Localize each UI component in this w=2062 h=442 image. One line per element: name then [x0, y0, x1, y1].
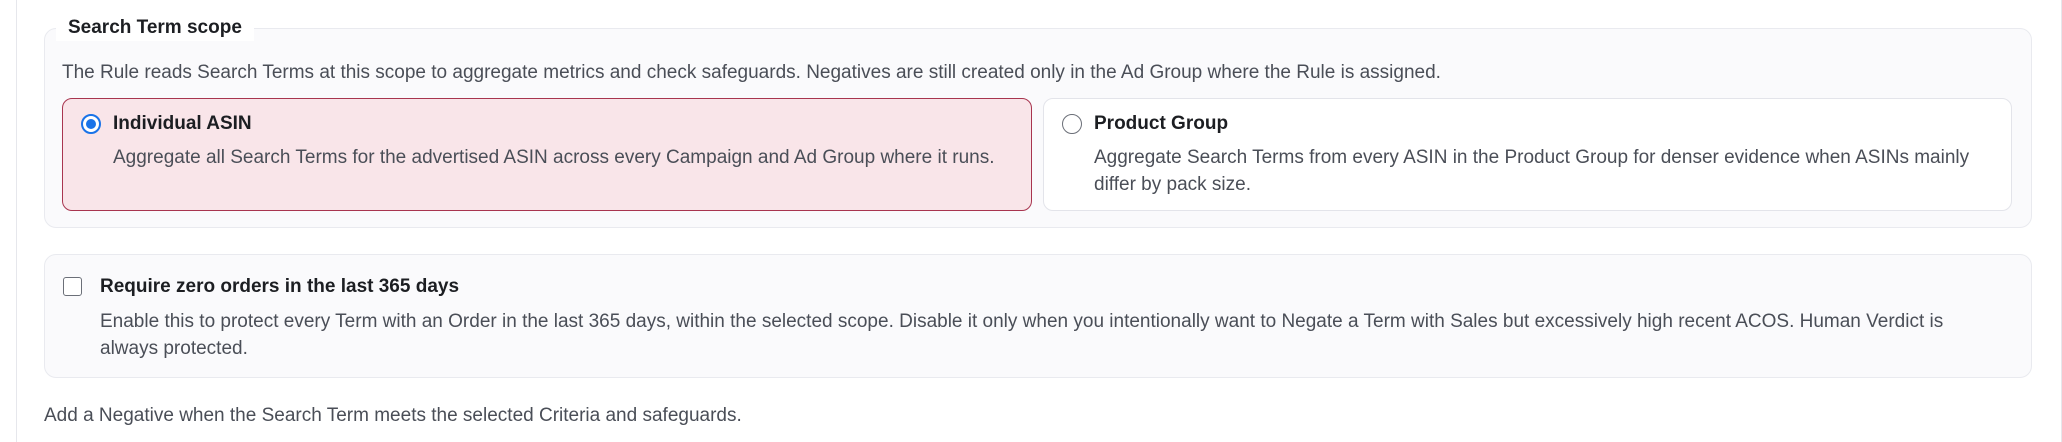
require-zero-orders-title: Require zero orders in the last 365 days: [100, 276, 460, 297]
product-group-description: Aggregate Search Terms from every ASIN i…: [1094, 147, 1970, 195]
individual-asin-radio[interactable]: [81, 114, 101, 134]
require-zero-orders-description: Enable this to protect every Term with a…: [100, 311, 1944, 359]
scope-option-individual-asin[interactable]: Individual ASIN Aggregate all Search Ter…: [62, 98, 1032, 211]
panel-left-border: [16, 0, 17, 442]
criteria-footer-note: Add a Negative when the Search Term meet…: [44, 405, 742, 426]
search-term-scope-legend: Search Term scope: [56, 15, 254, 41]
individual-asin-title: Individual ASIN: [113, 113, 252, 134]
product-group-radio[interactable]: [1062, 114, 1082, 134]
product-group-title: Product Group: [1094, 113, 1229, 134]
scope-option-product-group[interactable]: Product Group Aggregate Search Terms fro…: [1043, 98, 2012, 211]
require-zero-orders-card: Require zero orders in the last 365 days…: [44, 254, 2032, 378]
rule-settings-panel: Search Term scope The Rule reads Search …: [0, 0, 2062, 442]
individual-asin-description: Aggregate all Search Terms for the adver…: [113, 147, 995, 168]
search-term-scope-help-text: The Rule reads Search Terms at this scop…: [62, 62, 1441, 83]
require-zero-orders-checkbox[interactable]: [63, 277, 82, 296]
